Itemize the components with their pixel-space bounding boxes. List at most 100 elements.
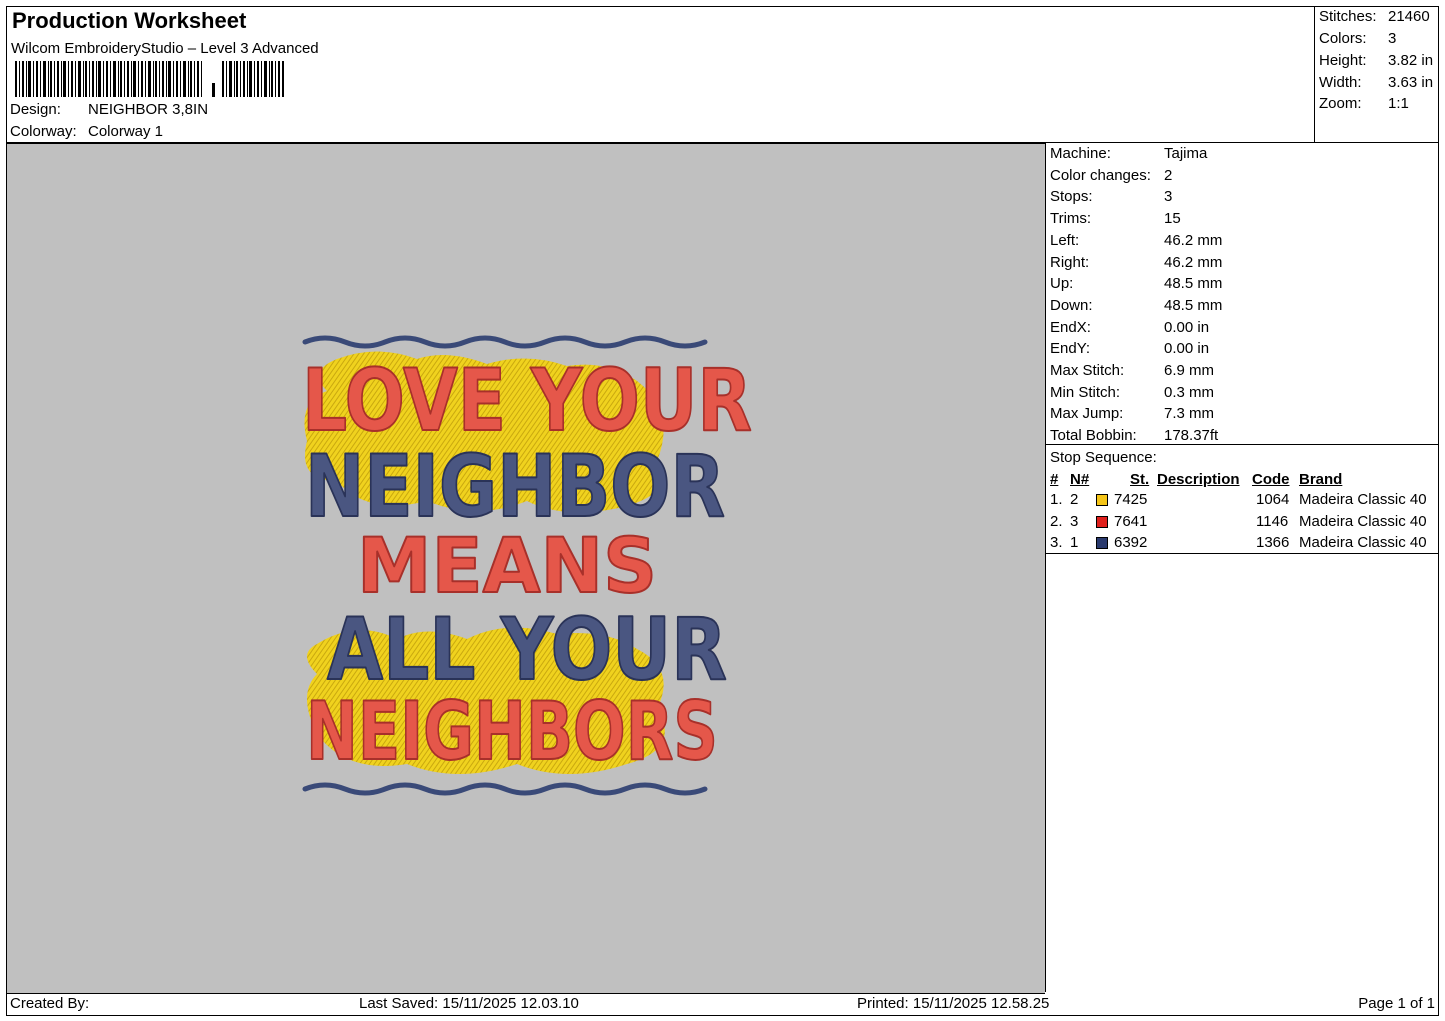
machine-info-value: 15 (1164, 210, 1181, 228)
machine-info-value: Tajima (1164, 145, 1208, 162)
machine-info-value: 0.3 mm (1164, 383, 1215, 401)
machine-info-label: Total Bobbin: (1050, 427, 1137, 445)
page-title: Production Worksheet (12, 8, 247, 33)
machine-info-row: EndX: 0.00 in (1050, 318, 1209, 336)
machine-info-row: Up: 48.5 mm (1050, 275, 1222, 293)
bottom-wave-line (302, 782, 708, 796)
worksheet-footer: Created By: Last Saved: 15/11/2025 12.03… (6, 992, 1439, 1016)
machine-info-value: 48.5 mm (1164, 275, 1223, 293)
machine-info-label: Left: (1050, 231, 1080, 249)
barcode (15, 61, 284, 97)
machine-info-label: EndY: (1050, 340, 1091, 358)
col-header-description: Description (1157, 471, 1240, 488)
col-header-n: N# (1070, 471, 1090, 488)
machine-info-value: 46.2 mm (1164, 253, 1223, 271)
worksheet-header: Production Worksheet Wilcom EmbroiderySt… (6, 6, 1439, 143)
machine-info-row: EndY: 0.00 in (1050, 340, 1209, 358)
needle-num: 1 (1070, 534, 1079, 551)
machine-info-value: 48.5 mm (1164, 296, 1223, 314)
width-label: Width: (1319, 74, 1362, 91)
machine-info-value: 2 (1164, 166, 1173, 184)
machine-info-label: Right: (1050, 253, 1090, 271)
stitches-value: 21460 (1388, 8, 1430, 25)
design-summary: Stitches: 21460 Colors: 3 Height: 3.82 in W… (1314, 7, 1440, 142)
zoom-label: Zoom: (1319, 95, 1362, 112)
width-value: 3.63 in (1388, 74, 1434, 91)
machine-info-value: 7.3 mm (1164, 405, 1215, 423)
machine-info-row: Total Bobbin: 178.37ft (1050, 427, 1218, 445)
thread-code: 1366 (1256, 534, 1290, 551)
design-text-line-3: MEANS (357, 521, 657, 610)
machine-info-value: 6.9 mm (1164, 362, 1215, 379)
created-by: Created By: (10, 995, 90, 1012)
colors-value: 3 (1388, 30, 1397, 47)
machine-info-row: Machine: Tajima (1050, 145, 1207, 162)
thread-brand: Madeira Classic 40 (1299, 491, 1427, 508)
col-header-brand: Brand (1299, 471, 1343, 488)
colorway-label: Colorway: (10, 123, 77, 140)
colors-label: Colors: (1319, 30, 1367, 47)
colorway-value: Colorway 1 (88, 123, 164, 140)
table-row: 1. 2 7425 1064 Madeira Classic 40 (1046, 491, 1439, 512)
stitches-label: Stitches: (1319, 8, 1377, 25)
design-row: Design: NEIGHBOR 3,8IN (10, 101, 208, 118)
thread-brand: Madeira Classic 40 (1299, 534, 1427, 551)
machine-info-value: 0.00 in (1164, 318, 1210, 336)
machine-info-label: Stops: (1050, 188, 1093, 206)
stop-sequence-caption: Stop Sequence: (1050, 449, 1157, 466)
machine-info-row: Max Stitch: 6.9 mm (1050, 362, 1214, 379)
machine-info-value: 3 (1164, 188, 1173, 206)
machine-info-label: Max Stitch: (1050, 362, 1125, 379)
design-value: NEIGHBOR 3,8IN (88, 101, 209, 118)
stop-num: 1. (1050, 491, 1063, 508)
stop-num: 2. (1050, 512, 1063, 530)
machine-info-label: EndX: (1050, 318, 1091, 336)
machine-info-row: Down: 48.5 mm (1050, 296, 1222, 314)
col-header-code: Code (1252, 471, 1290, 488)
design-text-line-1: LOVE YOUR (302, 351, 752, 451)
height-label: Height: (1319, 52, 1367, 69)
machine-info-row: Min Stitch: 0.3 mm (1050, 383, 1214, 401)
col-header-st: St. (1130, 471, 1150, 488)
machine-info-value: 0.00 in (1164, 340, 1210, 358)
top-wave-line (302, 335, 708, 349)
software-name: Wilcom EmbroideryStudio – Level 3 Advanc… (11, 40, 319, 57)
thread-code: 1146 (1256, 512, 1289, 530)
color-swatch (1096, 494, 1108, 506)
details-panel: Machine: Tajima Color changes: 2 Stops: 3 Trim… (1045, 143, 1440, 992)
needle-num: 3 (1070, 512, 1079, 530)
machine-info-label: Down: (1050, 296, 1093, 314)
col-header-num: # (1050, 471, 1059, 488)
height-value: 3.82 in (1388, 52, 1434, 69)
machine-info-row: Stops: 3 (1050, 188, 1172, 206)
color-swatch (1096, 537, 1108, 549)
machine-info-label: Trims: (1050, 210, 1092, 228)
machine-info-label: Up: (1050, 275, 1074, 293)
embroidery-design: LOVE YOUR NEIGHBOR MEANS ALL YOUR NEIGHB… (301, 335, 753, 796)
stop-num: 3. (1050, 534, 1063, 551)
stop-sequence-table: Stop Sequence: # N# St. Description Code… (1046, 444, 1439, 554)
stitch-count: 7425 (1114, 491, 1148, 508)
machine-info-label: Color changes: (1050, 166, 1151, 184)
color-swatch (1096, 515, 1108, 528)
machine-info-value: 178.37ft (1164, 427, 1219, 445)
machine-info-row: Color changes: 2 (1050, 166, 1172, 184)
machine-info-row: Max Jump: 7.3 mm (1050, 405, 1214, 423)
table-row: 3. 1 6392 1366 Madeira Classic 40 (1046, 534, 1439, 555)
design-text-line-5: NEIGHBORS (306, 685, 718, 778)
colorway-row: Colorway: Colorway 1 (10, 123, 163, 140)
machine-info-row: Left: 46.2 mm (1050, 231, 1222, 249)
machine-info-label: Min Stitch: (1050, 383, 1121, 401)
machine-info-value: 46.2 mm (1164, 231, 1223, 249)
page-number: Page 1 of 1 (1358, 995, 1435, 1012)
design-preview: LOVE YOUR NEIGHBOR MEANS ALL YOUR NEIGHB… (7, 143, 1045, 994)
needle-num: 2 (1070, 491, 1079, 508)
design-label: Design: (10, 101, 61, 118)
stitch-count: 6392 (1114, 534, 1148, 551)
thread-brand: Madeira Classic 40 (1299, 512, 1427, 530)
thread-code: 1064 (1256, 491, 1290, 508)
machine-info-label: Max Jump: (1050, 405, 1124, 423)
last-saved: Last Saved: 15/11/2025 12.03.10 (359, 995, 579, 1012)
machine-info-row: Right: 46.2 mm (1050, 253, 1222, 271)
machine-info-row: Trims: 15 (1050, 210, 1181, 228)
